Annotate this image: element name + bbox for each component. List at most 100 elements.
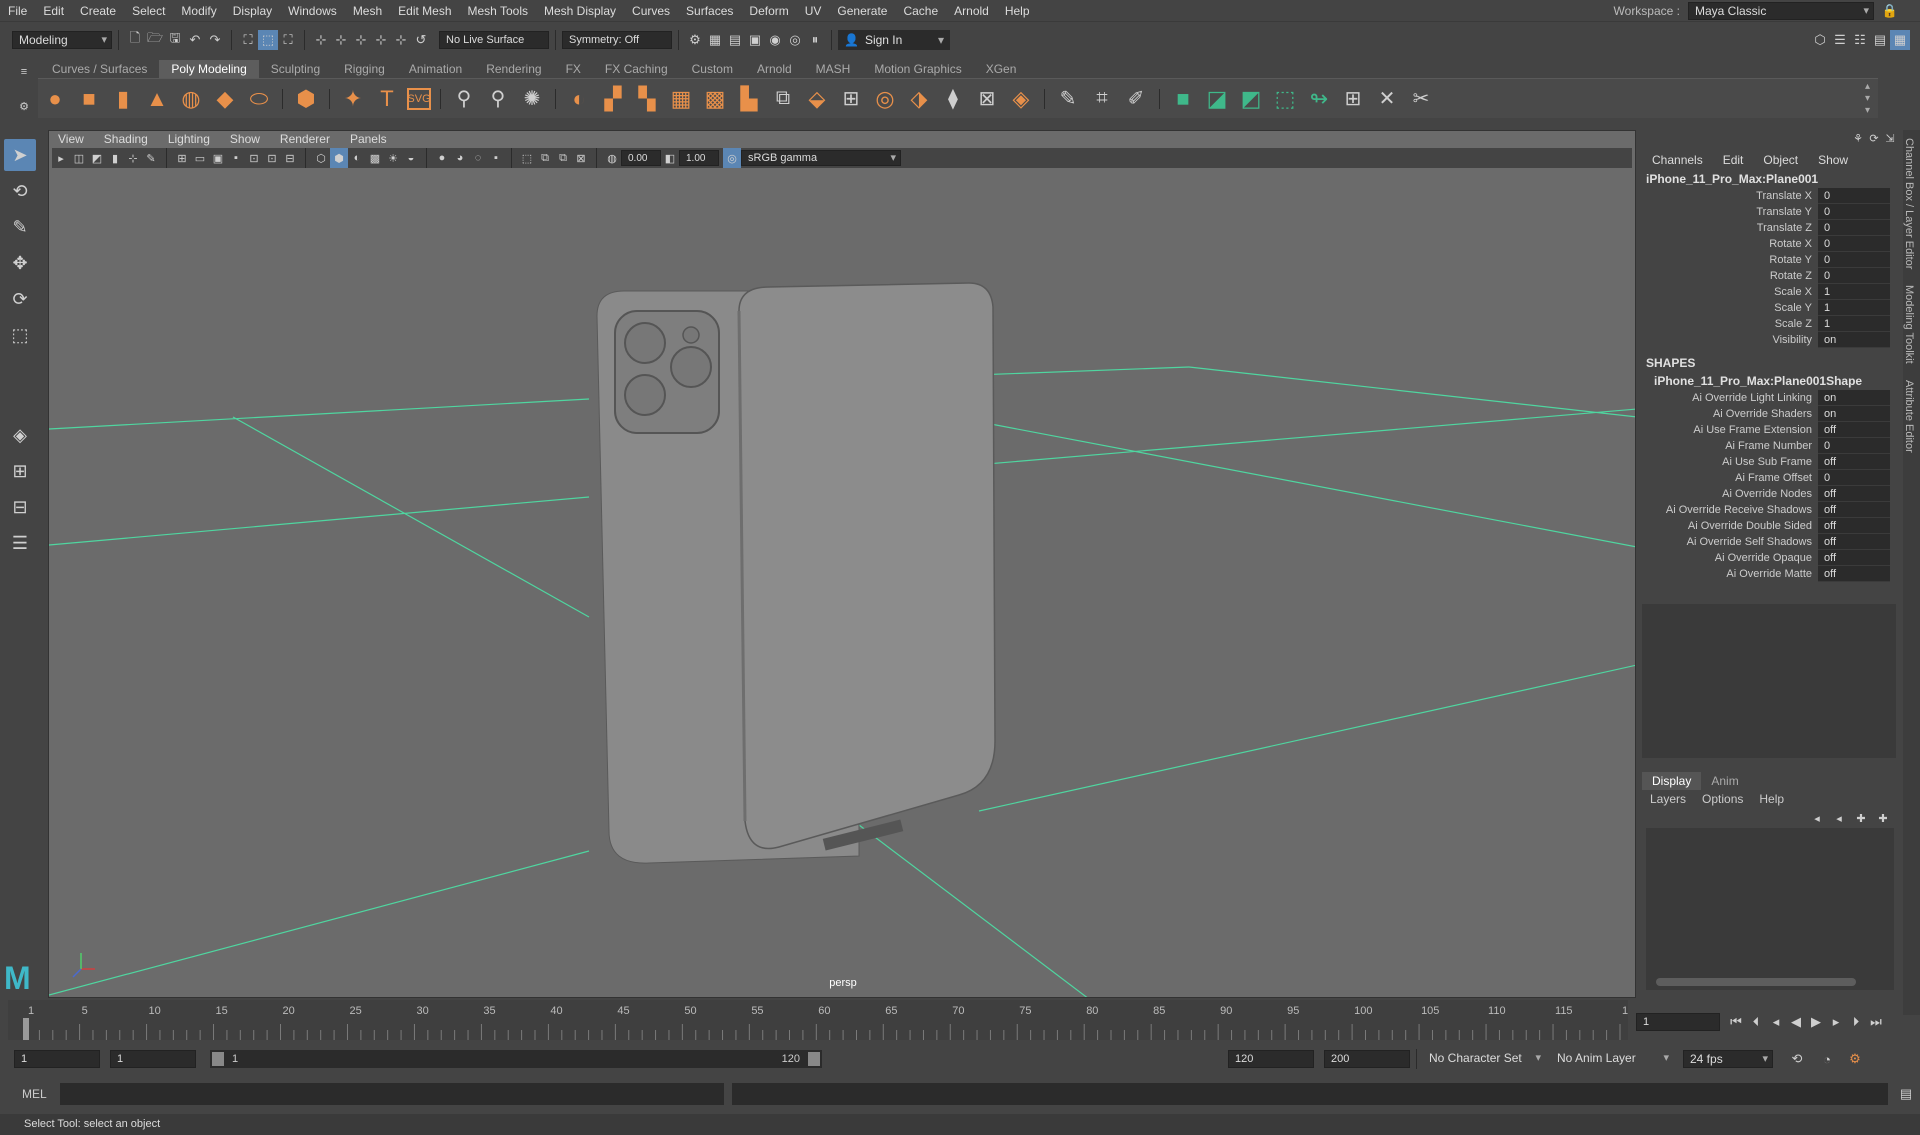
attribute-label[interactable]: Scale X xyxy=(1642,284,1818,300)
symmetry-field[interactable]: Symmetry: Off xyxy=(562,31,672,49)
shelf-tab-motion-graphics[interactable]: Motion Graphics xyxy=(862,60,973,78)
super-shape-icon[interactable]: ✦ xyxy=(339,85,367,113)
range-slider-end-handle[interactable] xyxy=(808,1052,820,1066)
attribute-value-field[interactable]: on xyxy=(1818,332,1890,348)
camera-attributes-icon[interactable]: ◫ xyxy=(70,148,88,168)
shelf-tab-custom[interactable]: Custom xyxy=(680,60,745,78)
auto-key-icon[interactable]: ◔ xyxy=(1817,1049,1837,1069)
svg-tool-icon[interactable]: SVG xyxy=(407,87,431,110)
booleans-icon[interactable]: ▩ xyxy=(701,85,729,113)
menu-surfaces[interactable]: Surfaces xyxy=(678,0,741,22)
platonic-solid-icon[interactable]: ⬢ xyxy=(292,85,320,113)
hypershade-icon[interactable]: ◉ xyxy=(765,30,785,50)
attribute-value-field[interactable]: off xyxy=(1818,422,1890,438)
xray-joints-icon[interactable]: ⊠ xyxy=(572,148,590,168)
textured-icon[interactable]: ▩ xyxy=(366,148,384,168)
poly-plane-icon[interactable]: ◆ xyxy=(211,85,239,113)
layer-list[interactable] xyxy=(1646,828,1894,990)
channel-box-toggle-icon[interactable]: ▤ xyxy=(1870,30,1890,50)
save-scene-icon[interactable]: 🖫 xyxy=(165,30,185,50)
menu-deform[interactable]: Deform xyxy=(741,0,796,22)
viewport-menu-lighting[interactable]: Lighting xyxy=(158,130,220,148)
attribute-label[interactable]: Ai Override Matte xyxy=(1642,566,1818,582)
use-all-lights-icon[interactable]: ☀ xyxy=(384,148,402,168)
four-view-layout-icon[interactable]: ⊟ xyxy=(4,491,36,523)
isolate-select-icon[interactable]: ⬚ xyxy=(518,148,536,168)
undo-icon[interactable]: ↶ xyxy=(185,30,205,50)
type-tool-icon[interactable]: T xyxy=(373,85,401,113)
poly-disc-icon[interactable]: ⬭ xyxy=(245,85,273,113)
shelf-settings-icon[interactable]: ⚙ xyxy=(14,96,34,116)
depth-of-field-icon[interactable]: ▪ xyxy=(487,148,505,168)
default-material-icon[interactable]: ◐ xyxy=(348,148,366,168)
snap-edge-icon[interactable]: ↺ xyxy=(411,30,431,50)
animation-preferences-icon[interactable]: ⚙ xyxy=(1845,1049,1865,1069)
attribute-value-field[interactable]: 0 xyxy=(1818,204,1890,220)
playback-start-field[interactable]: 1 xyxy=(110,1050,196,1068)
motion-blur-icon[interactable]: ◕ xyxy=(451,148,469,168)
render-view-icon[interactable]: ▣ xyxy=(745,30,765,50)
gate-mask-icon[interactable]: ▪ xyxy=(227,148,245,168)
ambient-occlusion-icon[interactable]: ● xyxy=(433,148,451,168)
attribute-value-field[interactable]: 0 xyxy=(1818,268,1890,284)
gamma-icon[interactable]: ◧ xyxy=(661,148,679,168)
pause-icon[interactable]: ⏸ xyxy=(805,30,825,50)
channel-box-menu-channels[interactable]: Channels xyxy=(1642,153,1713,167)
attribute-value-field[interactable]: off xyxy=(1818,550,1890,566)
scale-tool-icon[interactable]: ⬚ xyxy=(4,319,36,351)
view-transform-dropdown[interactable]: sRGB gamma xyxy=(741,150,901,166)
anti-aliasing-icon[interactable]: ◌ xyxy=(469,148,487,168)
attribute-editor-icon[interactable]: ☰ xyxy=(1830,30,1850,50)
offset-edge-icon[interactable]: ✐ xyxy=(1122,85,1150,113)
attribute-value-field[interactable]: 1 xyxy=(1818,316,1890,332)
select-tool-icon[interactable]: ➤ xyxy=(4,139,36,171)
step-back-frame-icon[interactable]: ◂ xyxy=(1766,1012,1786,1032)
poly-cylinder-icon[interactable]: ▮ xyxy=(109,85,137,113)
channel-box-menu-object[interactable]: Object xyxy=(1753,153,1808,167)
new-layer-selected-icon[interactable]: ✚ xyxy=(1872,808,1894,828)
anim-layer-dropdown[interactable]: No Anim Layer xyxy=(1551,1050,1673,1068)
reflect-icon[interactable]: ⧫ xyxy=(939,85,967,113)
shadows-icon[interactable]: ◒ xyxy=(402,148,420,168)
exposure-field[interactable]: 0.00 xyxy=(621,150,661,166)
attribute-label[interactable]: Scale Z xyxy=(1642,316,1818,332)
xray-active-icon[interactable]: ⧉ xyxy=(554,148,572,168)
grid-toggle-icon[interactable]: ⊞ xyxy=(173,148,191,168)
shelf-tab-mash[interactable]: MASH xyxy=(804,60,863,78)
shelf-tab-curves-surfaces[interactable]: Curves / Surfaces xyxy=(40,60,159,78)
snap-view-icon[interactable]: ⊹ xyxy=(371,30,391,50)
resolution-gate-icon[interactable]: ▣ xyxy=(209,148,227,168)
smooth-shade-icon[interactable]: ⬢ xyxy=(330,148,348,168)
fps-dropdown[interactable]: 24 fps xyxy=(1683,1050,1773,1068)
viewport-menu-panels[interactable]: Panels xyxy=(340,130,397,148)
uv-editor-icon[interactable]: ⊞ xyxy=(1339,85,1367,113)
grease-pencil-icon[interactable]: ✎ xyxy=(142,148,160,168)
redo-icon[interactable]: ↷ xyxy=(205,30,225,50)
attribute-label[interactable]: Translate Y xyxy=(1642,204,1818,220)
poly-cone-icon[interactable]: ▲ xyxy=(143,85,171,113)
poly-cube-icon[interactable]: ■ xyxy=(75,85,103,113)
multi-cut-icon[interactable]: ✎ xyxy=(1054,85,1082,113)
menu-select[interactable]: Select xyxy=(124,0,173,22)
open-scene-icon[interactable]: 🗁 xyxy=(145,30,165,50)
menu-file[interactable]: File xyxy=(0,0,35,22)
paint-select-tool-icon[interactable]: ✎ xyxy=(4,211,36,243)
menu-cache[interactable]: Cache xyxy=(895,0,946,22)
smooth-icon[interactable]: ▦ xyxy=(667,85,695,113)
menu-edit[interactable]: Edit xyxy=(35,0,72,22)
attribute-value-field[interactable]: off xyxy=(1818,566,1890,582)
uv-cylindrical-icon[interactable]: ◪ xyxy=(1203,85,1231,113)
wireframe-icon[interactable]: ⬡ xyxy=(312,148,330,168)
attribute-label[interactable]: Ai Override Opaque xyxy=(1642,550,1818,566)
viewport-menu-view[interactable]: View xyxy=(48,130,94,148)
step-forward-frame-icon[interactable]: ▸ xyxy=(1826,1012,1846,1032)
menu-curves[interactable]: Curves xyxy=(624,0,678,22)
attribute-value-field[interactable]: 1 xyxy=(1818,300,1890,316)
combine-icon[interactable]: ◐ xyxy=(565,85,593,113)
current-frame-field[interactable]: 1 xyxy=(1636,1013,1720,1031)
menu-create[interactable]: Create xyxy=(72,0,124,22)
playback-end-field[interactable]: 120 xyxy=(1228,1050,1314,1068)
attribute-label[interactable]: Ai Frame Number xyxy=(1642,438,1818,454)
last-tool-icon[interactable]: ◈ xyxy=(4,419,36,451)
attribute-label[interactable]: Ai Override Receive Shadows xyxy=(1642,502,1818,518)
